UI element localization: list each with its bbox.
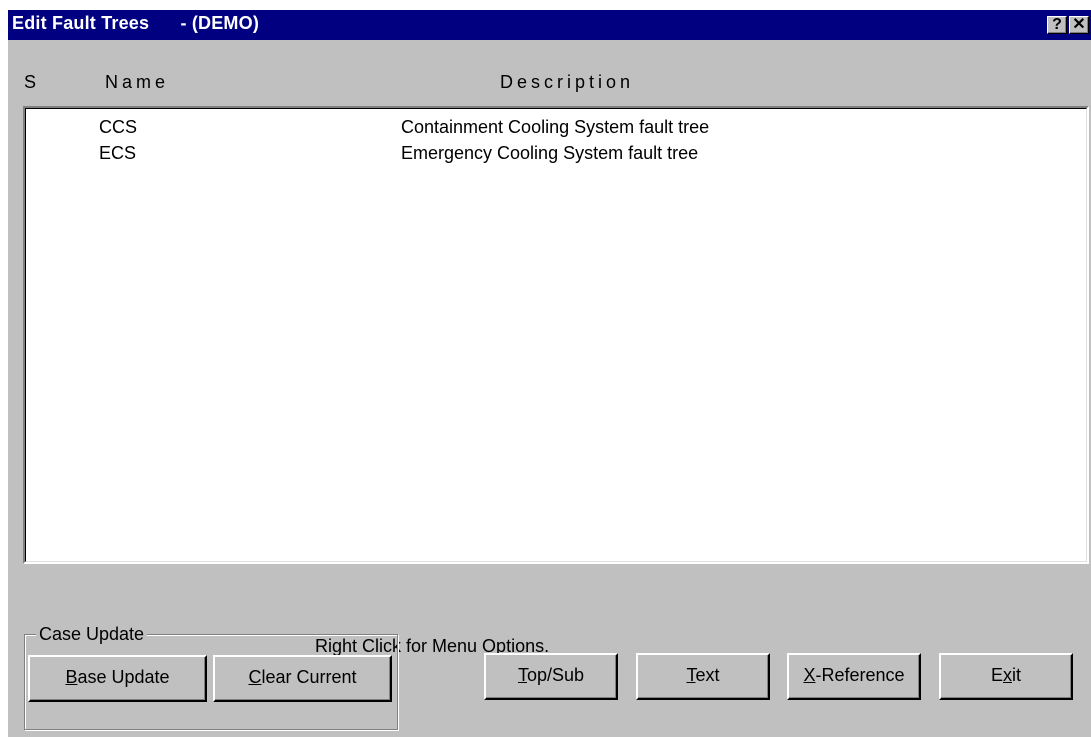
column-header-status: S — [24, 72, 41, 92]
close-icon[interactable]: ✕ — [1069, 16, 1089, 34]
list-item[interactable]: ECS Emergency Cooling System fault tree — [26, 143, 1086, 169]
button-label-prefix: E — [990, 665, 1003, 685]
x-reference-button[interactable]: X-Reference — [787, 653, 921, 700]
column-header-description: Description — [500, 72, 635, 92]
mnemonic: X — [803, 665, 816, 685]
fault-tree-list[interactable]: CCS Containment Cooling System fault tre… — [23, 106, 1089, 564]
button-label: ext — [695, 665, 720, 685]
base-update-button[interactable]: Base Update — [28, 655, 207, 702]
clear-current-button[interactable]: Clear Current — [213, 655, 392, 702]
help-icon[interactable]: ? — [1047, 16, 1067, 34]
text-button[interactable]: Text — [636, 653, 770, 700]
list-item[interactable]: CCS Containment Cooling System fault tre… — [26, 117, 1086, 143]
window-title: Edit Fault Trees - (DEMO) — [12, 13, 260, 33]
button-label: -Reference — [815, 665, 905, 685]
column-header-name: Name — [105, 72, 170, 92]
edit-fault-trees-dialog: Edit Fault Trees - (DEMO) ? ✕ S Name Des… — [8, 10, 1091, 737]
mnemonic: C — [248, 667, 262, 687]
button-label: lear Current — [261, 667, 357, 687]
top-sub-button[interactable]: Top/Sub — [484, 653, 618, 700]
button-label: op/Sub — [526, 665, 585, 685]
fault-tree-description: Containment Cooling System fault tree — [401, 117, 710, 137]
mnemonic: x — [1003, 665, 1012, 685]
exit-button[interactable]: Exit — [939, 653, 1073, 700]
title-bar[interactable]: Edit Fault Trees - (DEMO) ? ✕ — [8, 10, 1091, 40]
mnemonic: B — [65, 667, 78, 687]
case-update-group-label: Case Update — [36, 624, 148, 645]
fault-tree-description: Emergency Cooling System fault tree — [401, 143, 699, 163]
fault-tree-name: ECS — [99, 143, 137, 163]
button-label: ase Update — [77, 667, 170, 687]
button-label: it — [1012, 665, 1021, 685]
fault-tree-name: CCS — [99, 117, 138, 137]
mnemonic: T — [517, 665, 527, 685]
